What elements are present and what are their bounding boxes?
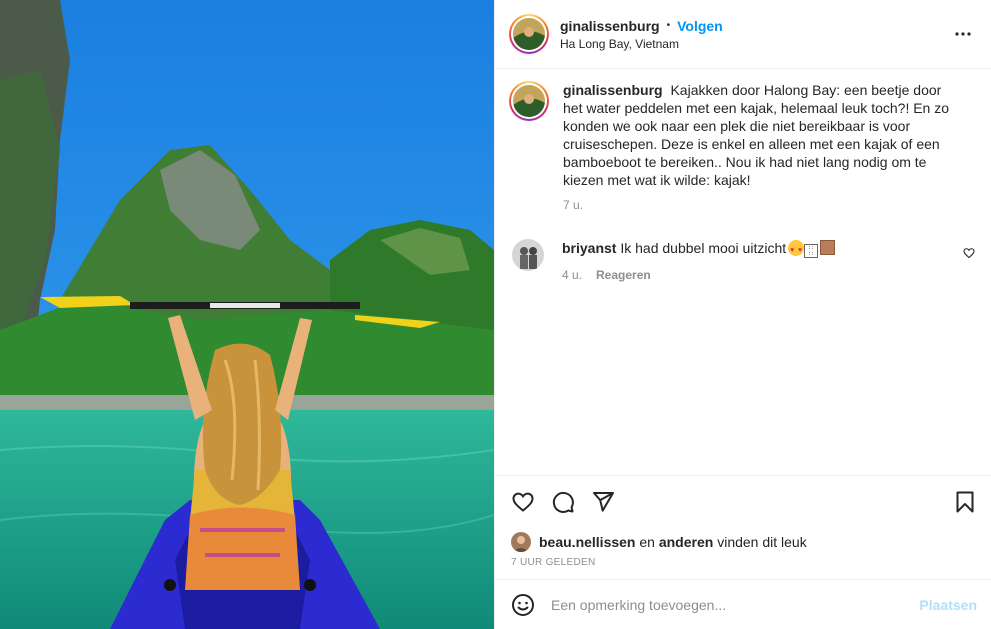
author-username[interactable]: ginalissenburg [560,18,660,34]
comment-text: Ik had dubbel mooi uitzicht [620,240,787,256]
comment-icon[interactable] [551,490,575,514]
post-photo[interactable] [0,0,494,629]
commenter-avatar[interactable] [512,239,544,271]
bookmark-icon[interactable] [953,490,977,514]
caption-avatar[interactable] [509,81,549,121]
liker-username[interactable]: beau.nellissen [539,534,635,550]
liker-avatar[interactable] [511,532,531,552]
likes-summary: beau.nellissen en anderen vinden dit leu… [495,528,991,556]
caption-username[interactable]: ginalissenburg [563,82,663,98]
action-bar [495,476,991,528]
reply-button[interactable]: Reageren [596,266,651,284]
post-location[interactable]: Ha Long Bay, Vietnam [560,37,951,51]
brown-square-emoji-icon [820,240,836,255]
comment-item: briyanst Ik had dubbel mooi uitzicht::::… [509,239,975,284]
separator-dot: • [666,20,671,31]
liker-avatar-image [511,532,531,552]
comments-list[interactable]: ginalissenburg Kajakken door Halong Bay:… [495,69,991,475]
caption: ginalissenburg Kajakken door Halong Bay:… [509,81,975,214]
commenter-username[interactable]: briyanst [562,240,616,256]
more-options-icon[interactable] [951,22,975,46]
author-avatar[interactable] [509,14,549,54]
comment-time[interactable]: 4 u. [562,266,582,284]
post-side-panel: ginalissenburg • Volgen Ha Long Bay, Vie… [494,0,991,629]
likes-suffix: vinden dit leuk [717,534,807,550]
heart-eyes-emoji-icon [788,240,805,260]
caption-avatar-image [513,85,545,117]
post-actions-section: beau.nellissen en anderen vinden dit leu… [495,475,991,629]
commenter-avatar-image [512,239,544,271]
comment-like-heart-icon[interactable] [963,247,975,259]
smiley-icon[interactable] [511,593,535,617]
heart-icon[interactable] [511,490,535,514]
comment-input[interactable] [551,596,920,613]
add-comment-bar: Plaatsen [495,579,991,629]
paper-plane-icon[interactable] [591,490,615,514]
likes-joiner: en [639,534,655,550]
instagram-post-modal: ginalissenburg • Volgen Ha Long Bay, Vie… [0,0,991,629]
grid-emoji-icon: :::: [804,244,819,258]
caption-time[interactable]: 7 u. [563,196,963,214]
photo-scene [0,0,494,629]
post-header: ginalissenburg • Volgen Ha Long Bay, Vie… [495,0,991,69]
post-timestamp[interactable]: 7 UUR GELEDEN [495,556,991,576]
follow-button[interactable]: Volgen [677,18,723,34]
likes-others-link[interactable]: anderen [659,534,713,550]
author-avatar-image [513,18,545,50]
post-comment-button[interactable]: Plaatsen [919,597,977,613]
